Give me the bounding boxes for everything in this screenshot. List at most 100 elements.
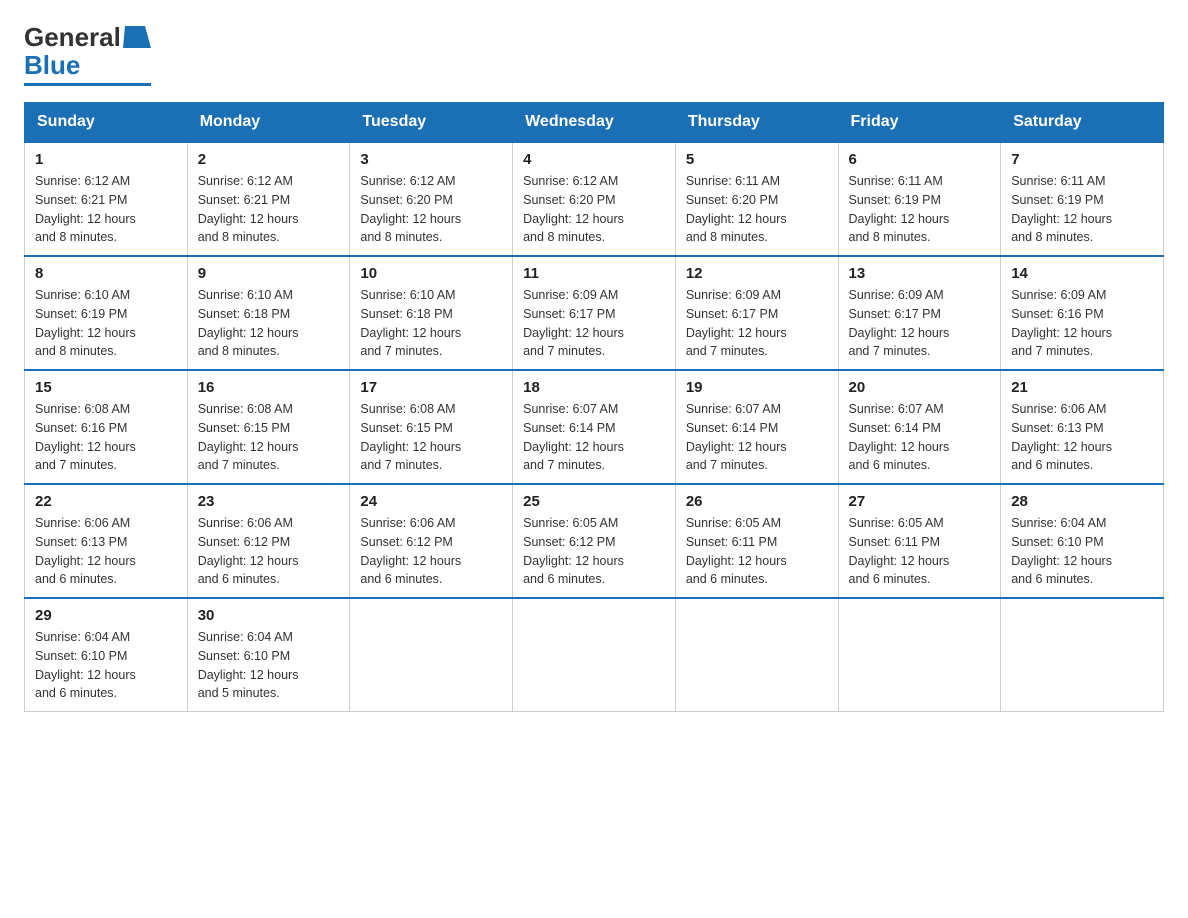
calendar-table: SundayMondayTuesdayWednesdayThursdayFrid… xyxy=(24,102,1164,712)
calendar-header-wednesday: Wednesday xyxy=(513,103,676,143)
day-number: 27 xyxy=(849,493,991,510)
calendar-day-cell: 5 Sunrise: 6:11 AMSunset: 6:20 PMDaylight… xyxy=(675,142,838,256)
calendar-day-cell: 3 Sunrise: 6:12 AMSunset: 6:20 PMDaylight… xyxy=(350,142,513,256)
calendar-week-row: 15 Sunrise: 6:08 AMSunset: 6:16 PMDayligh… xyxy=(25,370,1164,484)
day-number: 1 xyxy=(35,151,177,168)
day-info: Sunrise: 6:08 AMSunset: 6:15 PMDaylight:… xyxy=(198,400,340,475)
day-info: Sunrise: 6:11 AMSunset: 6:19 PMDaylight:… xyxy=(1011,172,1153,247)
day-info: Sunrise: 6:09 AMSunset: 6:17 PMDaylight:… xyxy=(849,286,991,361)
day-info: Sunrise: 6:10 AMSunset: 6:18 PMDaylight:… xyxy=(360,286,502,361)
day-info: Sunrise: 6:12 AMSunset: 6:20 PMDaylight:… xyxy=(360,172,502,247)
day-info: Sunrise: 6:06 AMSunset: 6:12 PMDaylight:… xyxy=(198,514,340,589)
day-info: Sunrise: 6:07 AMSunset: 6:14 PMDaylight:… xyxy=(523,400,665,475)
calendar-day-cell: 26 Sunrise: 6:05 AMSunset: 6:11 PMDayligh… xyxy=(675,484,838,598)
day-info: Sunrise: 6:07 AMSunset: 6:14 PMDaylight:… xyxy=(849,400,991,475)
calendar-header-monday: Monday xyxy=(187,103,350,143)
calendar-day-cell: 21 Sunrise: 6:06 AMSunset: 6:13 PMDayligh… xyxy=(1001,370,1164,484)
calendar-day-cell: 10 Sunrise: 6:10 AMSunset: 6:18 PMDayligh… xyxy=(350,256,513,370)
day-number: 16 xyxy=(198,379,340,396)
calendar-day-cell xyxy=(513,598,676,712)
day-number: 4 xyxy=(523,151,665,168)
day-info: Sunrise: 6:05 AMSunset: 6:11 PMDaylight:… xyxy=(686,514,828,589)
calendar-day-cell: 4 Sunrise: 6:12 AMSunset: 6:20 PMDaylight… xyxy=(513,142,676,256)
day-number: 20 xyxy=(849,379,991,396)
day-number: 22 xyxy=(35,493,177,510)
day-number: 6 xyxy=(849,151,991,168)
day-number: 14 xyxy=(1011,265,1153,282)
day-info: Sunrise: 6:09 AMSunset: 6:16 PMDaylight:… xyxy=(1011,286,1153,361)
calendar-day-cell: 2 Sunrise: 6:12 AMSunset: 6:21 PMDaylight… xyxy=(187,142,350,256)
calendar-day-cell xyxy=(1001,598,1164,712)
day-number: 13 xyxy=(849,265,991,282)
day-number: 25 xyxy=(523,493,665,510)
calendar-day-cell: 25 Sunrise: 6:05 AMSunset: 6:12 PMDayligh… xyxy=(513,484,676,598)
day-info: Sunrise: 6:05 AMSunset: 6:11 PMDaylight:… xyxy=(849,514,991,589)
day-info: Sunrise: 6:04 AMSunset: 6:10 PMDaylight:… xyxy=(1011,514,1153,589)
logo-general-text: General xyxy=(24,24,121,50)
calendar-day-cell: 28 Sunrise: 6:04 AMSunset: 6:10 PMDayligh… xyxy=(1001,484,1164,598)
day-info: Sunrise: 6:06 AMSunset: 6:13 PMDaylight:… xyxy=(1011,400,1153,475)
calendar-day-cell: 18Sunrise: 6:07 AMSunset: 6:14 PMDayligh… xyxy=(513,370,676,484)
logo-blue-text: Blue xyxy=(24,50,80,80)
day-info: Sunrise: 6:06 AMSunset: 6:12 PMDaylight:… xyxy=(360,514,502,589)
day-info: Sunrise: 6:12 AMSunset: 6:21 PMDaylight:… xyxy=(198,172,340,247)
calendar-day-cell: 20 Sunrise: 6:07 AMSunset: 6:14 PMDayligh… xyxy=(838,370,1001,484)
calendar-header-sunday: Sunday xyxy=(25,103,188,143)
calendar-day-cell: 8 Sunrise: 6:10 AMSunset: 6:19 PMDaylight… xyxy=(25,256,188,370)
calendar-day-cell: 7Sunrise: 6:11 AMSunset: 6:19 PMDaylight… xyxy=(1001,142,1164,256)
day-number: 28 xyxy=(1011,493,1153,510)
day-number: 23 xyxy=(198,493,340,510)
day-info: Sunrise: 6:12 AMSunset: 6:20 PMDaylight:… xyxy=(523,172,665,247)
calendar-day-cell: 17Sunrise: 6:08 AMSunset: 6:15 PMDayligh… xyxy=(350,370,513,484)
day-number: 19 xyxy=(686,379,828,396)
calendar-week-row: 22 Sunrise: 6:06 AMSunset: 6:13 PMDayligh… xyxy=(25,484,1164,598)
calendar-header-thursday: Thursday xyxy=(675,103,838,143)
day-number: 29 xyxy=(35,607,177,624)
day-number: 8 xyxy=(35,265,177,282)
day-number: 2 xyxy=(198,151,340,168)
calendar-day-cell: 13 Sunrise: 6:09 AMSunset: 6:17 PMDayligh… xyxy=(838,256,1001,370)
logo: General Blue xyxy=(24,24,151,86)
calendar-day-cell: 15 Sunrise: 6:08 AMSunset: 6:16 PMDayligh… xyxy=(25,370,188,484)
calendar-day-cell: 14 Sunrise: 6:09 AMSunset: 6:16 PMDayligh… xyxy=(1001,256,1164,370)
calendar-header-row: SundayMondayTuesdayWednesdayThursdayFrid… xyxy=(25,103,1164,143)
day-number: 15 xyxy=(35,379,177,396)
day-info: Sunrise: 6:10 AMSunset: 6:19 PMDaylight:… xyxy=(35,286,177,361)
day-info: Sunrise: 6:11 AMSunset: 6:19 PMDaylight:… xyxy=(849,172,991,247)
calendar-day-cell: 9 Sunrise: 6:10 AMSunset: 6:18 PMDaylight… xyxy=(187,256,350,370)
calendar-day-cell xyxy=(350,598,513,712)
calendar-day-cell: 6 Sunrise: 6:11 AMSunset: 6:19 PMDaylight… xyxy=(838,142,1001,256)
logo-divider xyxy=(24,83,151,86)
day-info: Sunrise: 6:09 AMSunset: 6:17 PMDaylight:… xyxy=(686,286,828,361)
day-info: Sunrise: 6:09 AMSunset: 6:17 PMDaylight:… xyxy=(523,286,665,361)
calendar-header-friday: Friday xyxy=(838,103,1001,143)
calendar-day-cell: 16 Sunrise: 6:08 AMSunset: 6:15 PMDayligh… xyxy=(187,370,350,484)
calendar-day-cell: 19 Sunrise: 6:07 AMSunset: 6:14 PMDayligh… xyxy=(675,370,838,484)
day-number: 26 xyxy=(686,493,828,510)
calendar-day-cell: 27 Sunrise: 6:05 AMSunset: 6:11 PMDayligh… xyxy=(838,484,1001,598)
day-info: Sunrise: 6:07 AMSunset: 6:14 PMDaylight:… xyxy=(686,400,828,475)
calendar-week-row: 29 Sunrise: 6:04 AMSunset: 6:10 PMDayligh… xyxy=(25,598,1164,712)
day-number: 24 xyxy=(360,493,502,510)
calendar-day-cell: 24 Sunrise: 6:06 AMSunset: 6:12 PMDayligh… xyxy=(350,484,513,598)
page-header: General Blue xyxy=(24,24,1164,86)
day-number: 21 xyxy=(1011,379,1153,396)
day-info: Sunrise: 6:11 AMSunset: 6:20 PMDaylight:… xyxy=(686,172,828,247)
logo-triangle-icon xyxy=(123,24,151,50)
day-info: Sunrise: 6:08 AMSunset: 6:16 PMDaylight:… xyxy=(35,400,177,475)
calendar-day-cell: 30Sunrise: 6:04 AMSunset: 6:10 PMDayligh… xyxy=(187,598,350,712)
calendar-week-row: 8 Sunrise: 6:10 AMSunset: 6:19 PMDaylight… xyxy=(25,256,1164,370)
calendar-day-cell: 23 Sunrise: 6:06 AMSunset: 6:12 PMDayligh… xyxy=(187,484,350,598)
day-info: Sunrise: 6:04 AMSunset: 6:10 PMDaylight:… xyxy=(35,628,177,703)
calendar-day-cell: 1Sunrise: 6:12 AMSunset: 6:21 PMDaylight… xyxy=(25,142,188,256)
day-number: 10 xyxy=(360,265,502,282)
day-info: Sunrise: 6:06 AMSunset: 6:13 PMDaylight:… xyxy=(35,514,177,589)
calendar-day-cell: 29 Sunrise: 6:04 AMSunset: 6:10 PMDayligh… xyxy=(25,598,188,712)
day-number: 9 xyxy=(198,265,340,282)
day-info: Sunrise: 6:05 AMSunset: 6:12 PMDaylight:… xyxy=(523,514,665,589)
day-info: Sunrise: 6:04 AMSunset: 6:10 PMDaylight:… xyxy=(198,628,340,703)
calendar-day-cell: 12Sunrise: 6:09 AMSunset: 6:17 PMDayligh… xyxy=(675,256,838,370)
day-number: 3 xyxy=(360,151,502,168)
day-info: Sunrise: 6:10 AMSunset: 6:18 PMDaylight:… xyxy=(198,286,340,361)
day-number: 5 xyxy=(686,151,828,168)
